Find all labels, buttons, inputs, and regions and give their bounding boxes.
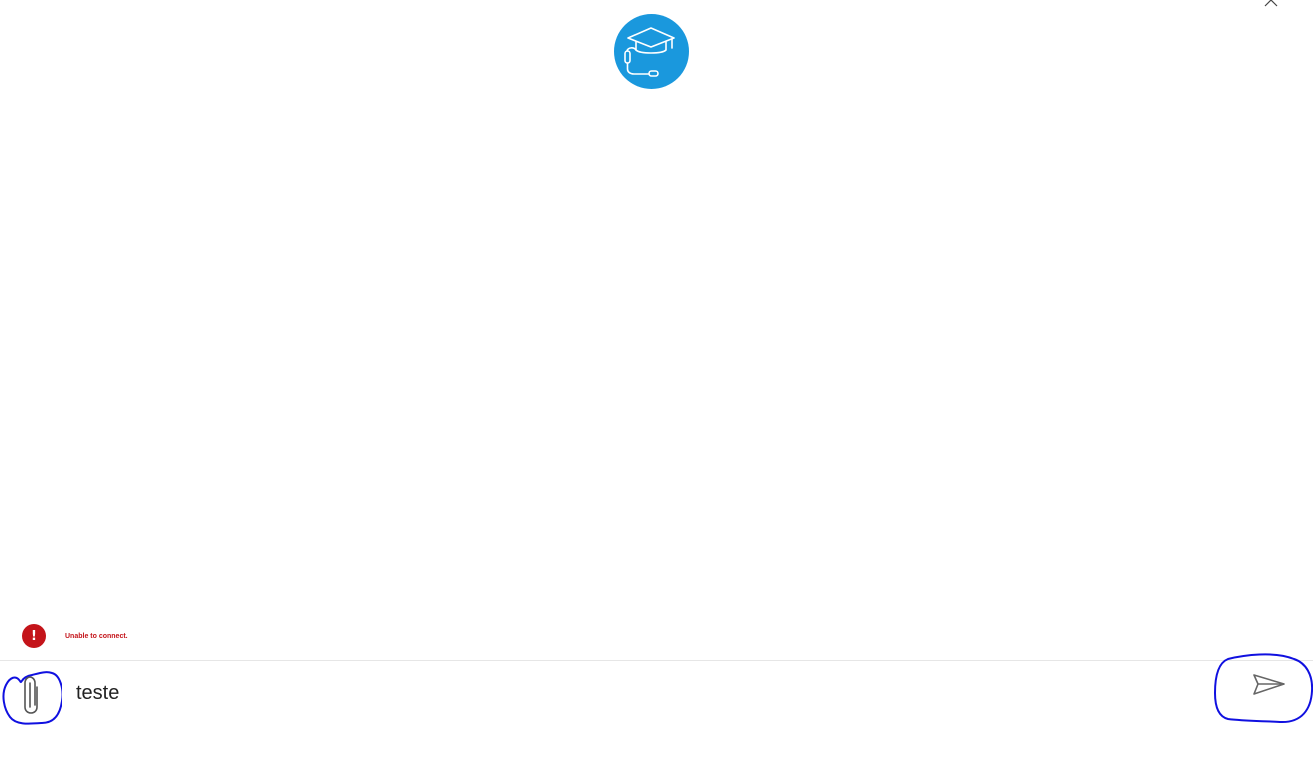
graduation-cap-headset-icon — [624, 27, 675, 77]
send-button[interactable] — [1213, 653, 1313, 733]
message-input[interactable] — [76, 675, 1196, 711]
connection-status: ! Unable to connect. — [22, 624, 128, 648]
annotation-circle — [1213, 653, 1313, 724]
send-icon — [1253, 674, 1285, 695]
message-transcript — [0, 100, 1313, 610]
message-composer — [0, 653, 1313, 725]
annotation-circle — [2, 671, 64, 725]
status-message: Unable to connect. — [65, 632, 128, 640]
error-icon: ! — [22, 624, 46, 648]
bot-avatar — [614, 14, 689, 89]
chat-window: ! Unable to connect. — [0, 0, 1313, 760]
attach-button[interactable] — [2, 669, 64, 725]
close-button[interactable] — [1263, 0, 1279, 8]
paperclip-icon — [24, 676, 38, 714]
close-icon — [1264, 0, 1278, 7]
